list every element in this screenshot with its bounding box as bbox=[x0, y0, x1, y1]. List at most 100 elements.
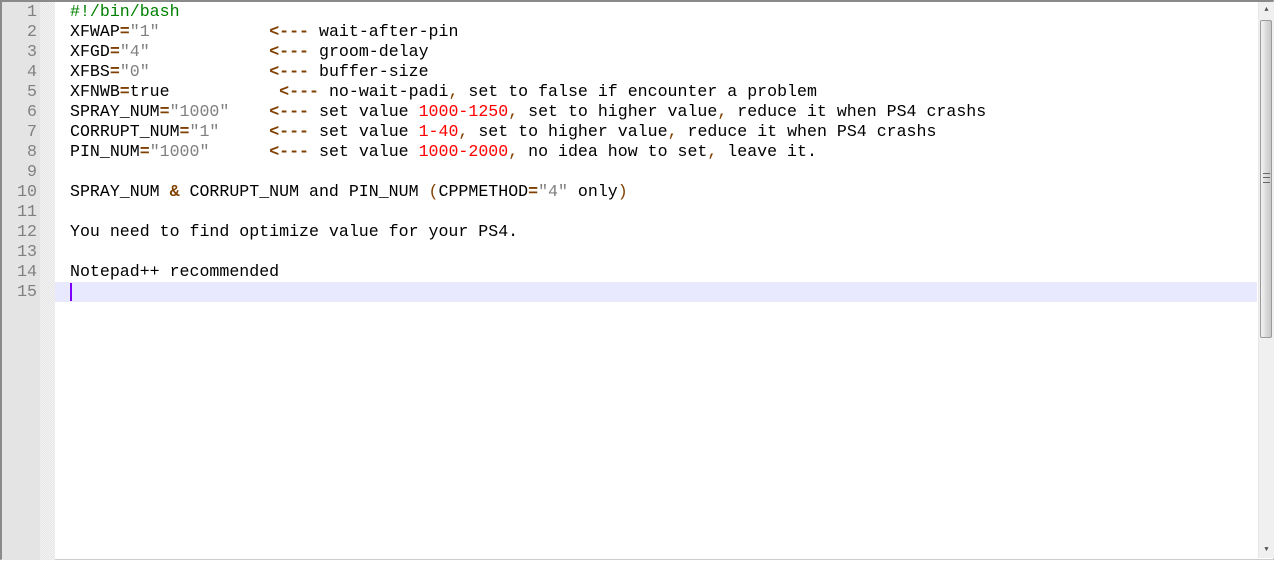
token-str: "1000" bbox=[149, 142, 210, 161]
token-op: <--- bbox=[269, 142, 310, 161]
token: wait-after-pin bbox=[309, 22, 459, 41]
token-op: <--- bbox=[269, 102, 310, 121]
line-number[interactable]: 10 bbox=[2, 182, 37, 202]
code-line[interactable]: XFBS="0" <--- buffer-size bbox=[70, 62, 429, 82]
scroll-up-button[interactable]: ▲ bbox=[1259, 2, 1274, 18]
token-op: = bbox=[179, 122, 190, 141]
line-number[interactable]: 11 bbox=[2, 202, 37, 222]
token-num: 1000-2000 bbox=[418, 142, 509, 161]
token: CORRUPT_NUM and PIN_NUM bbox=[179, 182, 429, 201]
token-pun: , bbox=[508, 102, 519, 121]
line-number[interactable]: 3 bbox=[2, 42, 37, 62]
line-number[interactable]: 1 bbox=[2, 2, 37, 22]
token-pun: , bbox=[458, 122, 469, 141]
token-op: = bbox=[119, 82, 130, 101]
token: no-wait-padi bbox=[319, 82, 449, 101]
token-num: 1000-1250 bbox=[418, 102, 509, 121]
token-cmt: #!/bin/bash bbox=[70, 2, 180, 21]
arrow-down-icon: ▼ bbox=[1264, 546, 1269, 554]
token: set to false if encounter a problem bbox=[458, 82, 817, 101]
scroll-thumb[interactable] bbox=[1260, 20, 1272, 338]
token-str: "1000" bbox=[169, 102, 230, 121]
token-str: "4" bbox=[538, 182, 568, 201]
token-pun: , bbox=[717, 102, 728, 121]
token-str: "0" bbox=[119, 62, 150, 81]
token-pun: ( bbox=[428, 182, 439, 201]
token-op: = bbox=[109, 42, 120, 61]
token-op: <--- bbox=[269, 42, 310, 61]
arrow-up-icon: ▲ bbox=[1264, 6, 1269, 14]
token: set to higher value bbox=[468, 122, 668, 141]
token-pun: , bbox=[667, 122, 678, 141]
token-op: <--- bbox=[279, 82, 319, 101]
token-op: = bbox=[159, 102, 170, 121]
token: XFWAP bbox=[70, 22, 120, 41]
line-number[interactable]: 5 bbox=[2, 82, 37, 102]
token: set value bbox=[309, 122, 419, 141]
token-op: = bbox=[119, 22, 130, 41]
line-number[interactable]: 6 bbox=[2, 102, 37, 122]
token: XFGD bbox=[70, 42, 110, 61]
code-line[interactable]: PIN_NUM="1000" <--- set value 1000-2000,… bbox=[70, 142, 817, 162]
token: SPRAY_NUM bbox=[70, 102, 160, 121]
vertical-scrollbar[interactable]: ▲ ▼ bbox=[1258, 2, 1274, 558]
code-line[interactable]: Notepad++ recommended bbox=[70, 262, 279, 282]
token-op: & bbox=[169, 182, 180, 201]
token-str: "4" bbox=[119, 42, 150, 61]
token: only bbox=[567, 182, 618, 201]
line-number[interactable]: 15 bbox=[2, 282, 37, 302]
token: leave it. bbox=[717, 142, 817, 161]
token-op: = bbox=[528, 182, 539, 201]
token: Notepad++ recommended bbox=[70, 262, 280, 281]
scroll-down-button[interactable]: ▼ bbox=[1259, 542, 1274, 558]
token-str: "1" bbox=[129, 22, 160, 41]
token: no idea how to set bbox=[518, 142, 708, 161]
fold-margin[interactable] bbox=[40, 2, 55, 560]
token-op: <--- bbox=[269, 122, 310, 141]
token-pun: , bbox=[707, 142, 718, 161]
current-line-highlight bbox=[55, 282, 1257, 302]
token: set to higher value bbox=[518, 102, 718, 121]
token: CPPMETHOD bbox=[438, 182, 529, 201]
token-op: <--- bbox=[269, 62, 310, 81]
token-pun: , bbox=[448, 82, 459, 101]
code-line[interactable]: XFWAP="1" <--- wait-after-pin bbox=[70, 22, 458, 42]
token-pun: ) bbox=[617, 182, 628, 201]
code-line[interactable]: You need to find optimize value for your… bbox=[70, 222, 518, 242]
line-number[interactable]: 9 bbox=[2, 162, 37, 182]
text-caret bbox=[70, 283, 72, 301]
token: groom-delay bbox=[309, 42, 429, 61]
code-line[interactable]: XFNWB=true <--- no-wait-padi, set to fal… bbox=[70, 82, 817, 102]
token: You need to find optimize value for your… bbox=[70, 222, 519, 241]
code-line[interactable]: CORRUPT_NUM="1" <--- set value 1-40, set… bbox=[70, 122, 936, 142]
token: CORRUPT_NUM bbox=[70, 122, 180, 141]
line-number[interactable]: 4 bbox=[2, 62, 37, 82]
code-line[interactable]: SPRAY_NUM & CORRUPT_NUM and PIN_NUM (CPP… bbox=[70, 182, 628, 202]
token: set value bbox=[309, 142, 419, 161]
token: set value bbox=[309, 102, 419, 121]
line-number[interactable]: 8 bbox=[2, 142, 37, 162]
token: reduce it when PS4 crashs bbox=[677, 122, 937, 141]
token: buffer-size bbox=[309, 62, 429, 81]
line-number[interactable]: 12 bbox=[2, 222, 37, 242]
code-line[interactable]: #!/bin/bash bbox=[70, 2, 180, 22]
code-line[interactable]: SPRAY_NUM="1000" <--- set value 1000-125… bbox=[70, 102, 986, 122]
token-num: 1-40 bbox=[418, 122, 459, 141]
line-number[interactable]: 13 bbox=[2, 242, 37, 262]
token-op: <--- bbox=[269, 22, 310, 41]
code-line[interactable]: XFGD="4" <--- groom-delay bbox=[70, 42, 429, 62]
token: SPRAY_NUM bbox=[70, 182, 170, 201]
line-number[interactable]: 2 bbox=[2, 22, 37, 42]
token: XFBS bbox=[70, 62, 110, 81]
line-number[interactable]: 14 bbox=[2, 262, 37, 282]
token: reduce it when PS4 crashs bbox=[727, 102, 987, 121]
grip-icon bbox=[1263, 173, 1270, 183]
line-number[interactable]: 7 bbox=[2, 122, 37, 142]
